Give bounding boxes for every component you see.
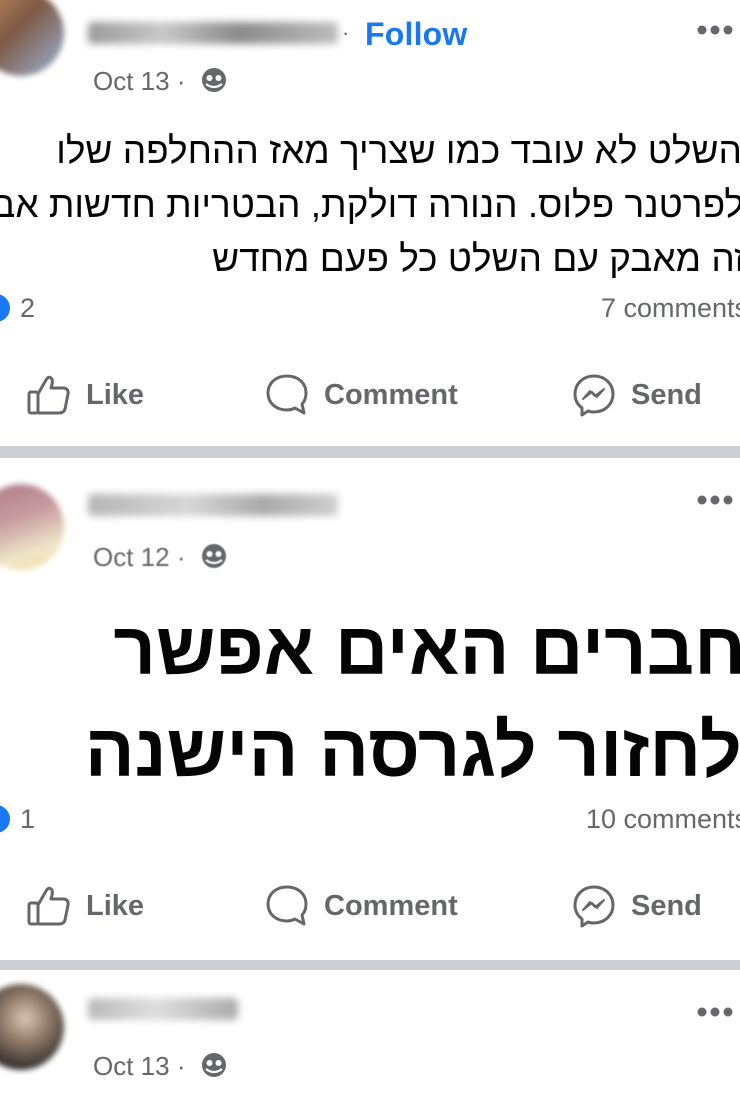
follow-button[interactable]: Follow [365, 16, 468, 53]
post-card: Oct 12 · חברים האים אפשר לחזור לגרסה היש… [0, 458, 740, 960]
like-reaction-icon[interactable] [0, 294, 10, 322]
comment-bubble-icon [266, 885, 308, 926]
like-label: Like [86, 378, 145, 411]
reaction-count[interactable]: 1 [20, 804, 35, 835]
send-button[interactable]: Send [571, 372, 702, 418]
post-divider [0, 446, 740, 458]
reaction-count[interactable]: 2 [20, 293, 35, 324]
author-name-blurred[interactable] [88, 998, 238, 1020]
avatar[interactable] [0, 0, 64, 76]
like-button[interactable]: Like [26, 372, 144, 418]
like-reaction-icon[interactable] [0, 805, 10, 833]
like-thumb-icon [27, 886, 70, 926]
separator-dot: · [342, 20, 350, 45]
post-text-line: זה מאבק עם השלט כל פעם מחדש [212, 238, 740, 279]
more-options-icon[interactable] [696, 24, 734, 36]
avatar[interactable] [0, 984, 64, 1070]
globe-icon [202, 1053, 226, 1077]
post-card: · Follow Oct 13 · השלט לא עובד כמו שצריך… [0, 0, 740, 446]
comment-button[interactable]: Comment [264, 883, 458, 929]
post-text-line: לחזור לגרסה הישנה [84, 709, 740, 792]
send-button[interactable]: Send [571, 883, 702, 929]
author-name-blurred[interactable] [88, 494, 338, 516]
comments-count[interactable]: 7 comments [601, 293, 740, 324]
post-text-line: לפרטנר פלוס. הנורה דולקת, הבטריות חדשות … [0, 184, 740, 225]
comment-label: Comment [324, 378, 458, 411]
post-text-line: חברים האים אפשר [113, 607, 740, 690]
more-options-icon[interactable] [696, 1006, 734, 1018]
send-label: Send [631, 889, 702, 922]
globe-icon [202, 68, 226, 92]
like-button[interactable]: Like [26, 883, 144, 929]
like-label: Like [86, 889, 145, 922]
post-date[interactable]: Oct 13 · [93, 66, 185, 97]
like-thumb-icon [27, 375, 70, 415]
post-date[interactable]: Oct 12 · [93, 542, 185, 573]
messenger-send-icon [573, 374, 615, 417]
author-name-blurred[interactable] [88, 22, 338, 44]
post-date[interactable]: Oct 13 · [93, 1051, 185, 1082]
comments-count[interactable]: 10 comments [586, 804, 740, 835]
avatar[interactable] [0, 484, 64, 570]
more-options-icon[interactable] [696, 494, 734, 506]
post-card: Oct 13 · [0, 970, 740, 1109]
comment-bubble-icon [266, 374, 308, 415]
send-label: Send [631, 378, 702, 411]
post-divider [0, 960, 740, 970]
comment-button[interactable]: Comment [264, 372, 458, 418]
comment-label: Comment [324, 889, 458, 922]
globe-icon [202, 544, 226, 568]
post-text-line: השלט לא עובד כמו שצריך מאז ההחלפה שלו [56, 130, 740, 171]
messenger-send-icon [573, 885, 615, 928]
